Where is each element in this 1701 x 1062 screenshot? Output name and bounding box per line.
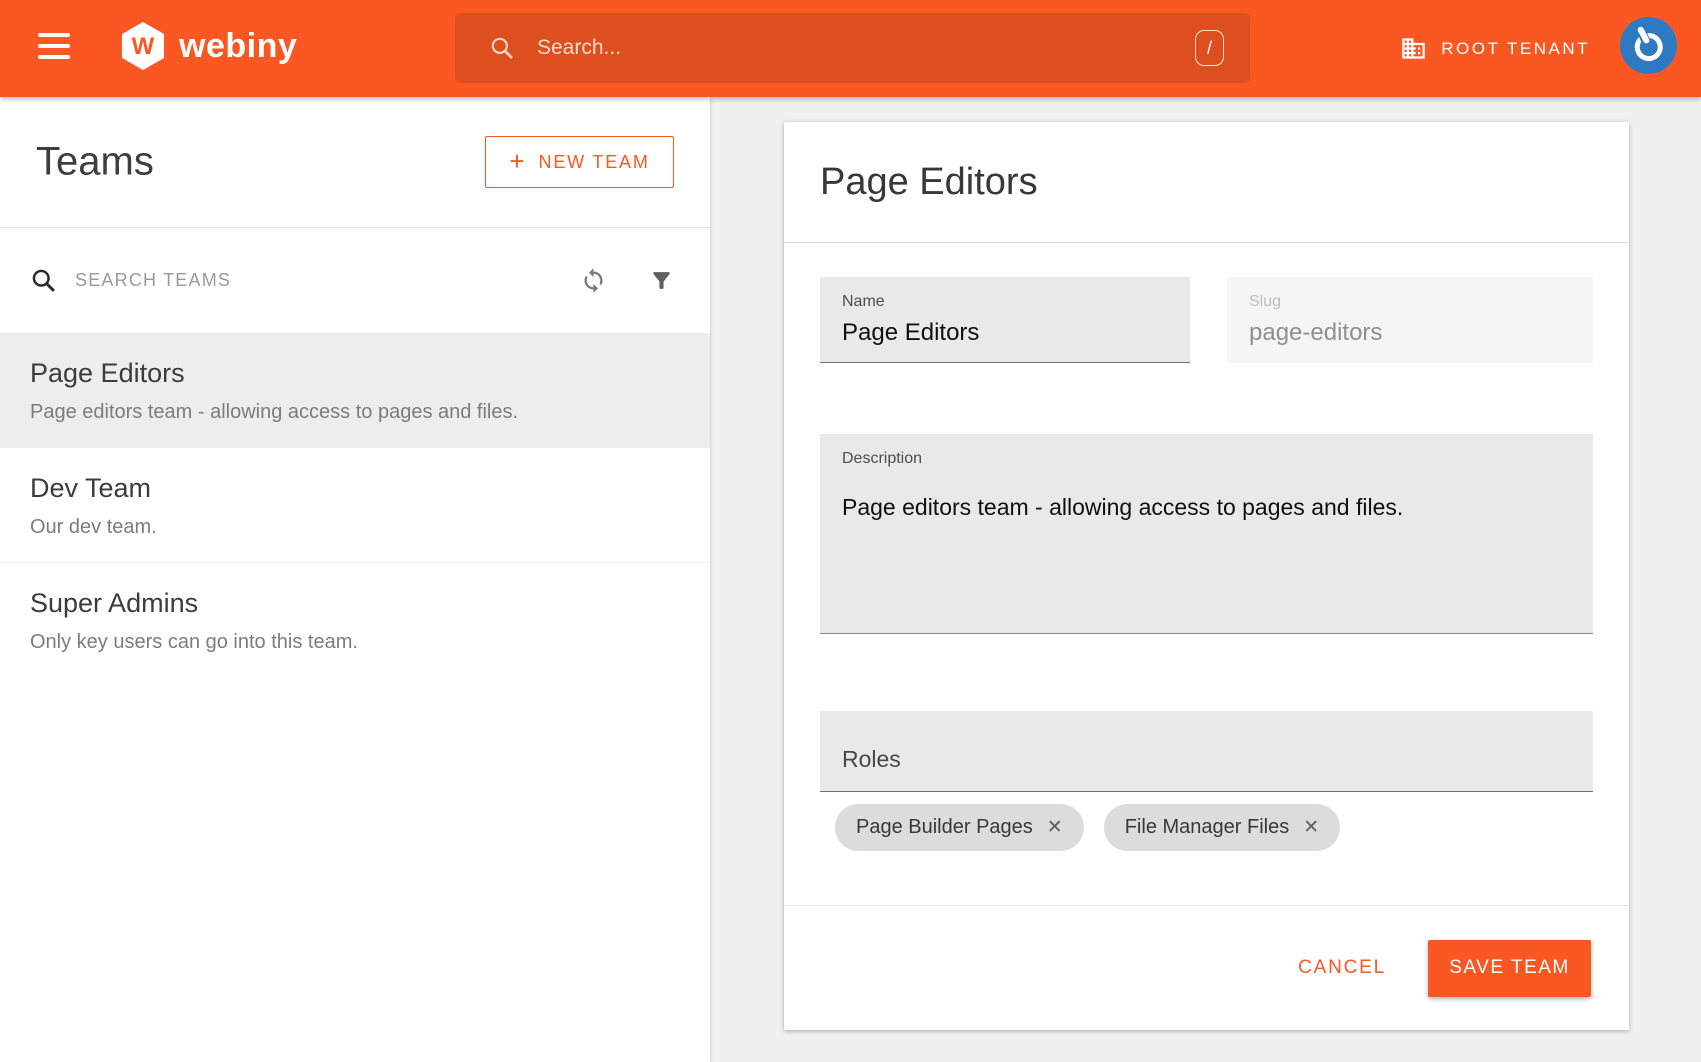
menu-icon[interactable] — [38, 33, 70, 63]
team-detail-title: Page Editors — [820, 161, 1038, 204]
team-detail-header: Page Editors — [784, 122, 1629, 243]
description-field-label: Description — [842, 450, 1571, 468]
webiny-logo: W webiny — [120, 21, 297, 71]
role-chip-file-manager-files[interactable]: File Manager Files ✕ — [1104, 804, 1340, 851]
brand-wordmark: webiny — [179, 27, 297, 66]
roles-field-label: Roles — [842, 746, 901, 773]
user-avatar[interactable] — [1620, 17, 1677, 74]
filter-icon — [649, 268, 674, 293]
roles-field[interactable]: Roles — [820, 711, 1593, 792]
name-field-value: Page Editors — [842, 319, 1168, 347]
team-detail-area: Page Editors Name Page Editors Slug page… — [710, 97, 1701, 1062]
chip-label: File Manager Files — [1125, 816, 1290, 839]
slug-field-disabled: Slug page-editors — [1227, 277, 1593, 363]
name-field-label: Name — [842, 293, 1168, 311]
roles-chip-list: Page Builder Pages ✕ File Manager Files … — [820, 804, 1593, 851]
refresh-icon — [580, 267, 607, 294]
team-description: Our dev team. — [30, 516, 680, 539]
team-row-super-admins[interactable]: Super Admins Only key users can go into … — [0, 562, 710, 677]
form-footer: CANCEL SAVE TEAM — [784, 905, 1629, 1030]
team-form: Name Page Editors Slug page-editors Desc… — [784, 243, 1629, 851]
name-field[interactable]: Name Page Editors — [820, 277, 1190, 363]
svg-text:W: W — [132, 33, 155, 60]
power-icon — [1610, 7, 1687, 84]
role-chip-page-builder-pages[interactable]: Page Builder Pages ✕ — [835, 804, 1084, 851]
team-detail-card: Page Editors Name Page Editors Slug page… — [784, 122, 1629, 1030]
teams-search-row — [0, 228, 710, 333]
description-field[interactable]: Description Page editors team - allowing… — [820, 434, 1593, 634]
search-icon — [30, 267, 57, 294]
team-list: Page Editors Page editors team - allowin… — [0, 333, 710, 677]
chip-label: Page Builder Pages — [856, 816, 1033, 839]
team-description: Page editors team - allowing access to p… — [30, 401, 680, 424]
team-name: Dev Team — [30, 473, 680, 504]
app-window: W webiny / ROOT TENANT — [0, 0, 1701, 1062]
teams-search-input[interactable] — [75, 270, 580, 291]
save-team-button[interactable]: SAVE TEAM — [1428, 940, 1591, 997]
building-icon — [1400, 35, 1427, 62]
page-title: Teams — [36, 140, 154, 185]
top-bar: W webiny / ROOT TENANT — [0, 0, 1701, 97]
slug-field-label: Slug — [1249, 293, 1571, 311]
cancel-button[interactable]: CANCEL — [1298, 957, 1386, 979]
team-name: Page Editors — [30, 358, 680, 389]
slug-field-value: page-editors — [1249, 319, 1571, 347]
filter-button[interactable] — [649, 268, 674, 293]
teams-list-panel: Teams + NEW TEAM — [0, 97, 710, 1062]
remove-role-icon[interactable]: ✕ — [1047, 816, 1063, 839]
refresh-button[interactable] — [580, 267, 607, 294]
teams-panel-header: Teams + NEW TEAM — [0, 97, 710, 228]
description-field-value: Page editors team - allowing access to p… — [842, 494, 1571, 521]
remove-role-icon[interactable]: ✕ — [1303, 816, 1319, 839]
plus-icon: + — [509, 146, 524, 177]
search-shortcut-key: / — [1195, 30, 1224, 66]
new-team-button[interactable]: + NEW TEAM — [485, 136, 674, 188]
team-description: Only key users can go into this team. — [30, 631, 680, 654]
search-icon — [489, 35, 515, 61]
tenant-selector[interactable]: ROOT TENANT — [1400, 0, 1590, 97]
global-search-input[interactable] — [537, 36, 1250, 60]
new-team-button-label: NEW TEAM — [539, 152, 650, 173]
team-row-page-editors[interactable]: Page Editors Page editors team - allowin… — [0, 333, 710, 447]
tenant-label: ROOT TENANT — [1441, 39, 1590, 59]
hexagon-logo-icon: W — [120, 21, 166, 71]
team-name: Super Admins — [30, 588, 680, 619]
global-search-bar[interactable]: / — [455, 13, 1250, 83]
team-row-dev-team[interactable]: Dev Team Our dev team. — [0, 447, 710, 562]
